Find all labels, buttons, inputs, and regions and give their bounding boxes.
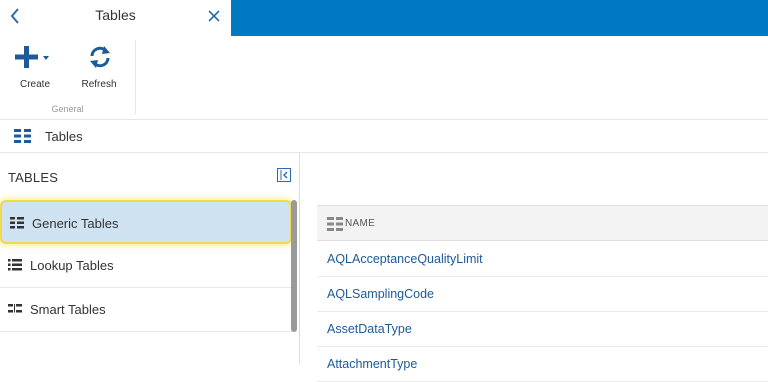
table-row-link[interactable]: AQLAcceptanceQualityLimit (327, 252, 483, 266)
refresh-label: Refresh (81, 79, 117, 90)
table-row-link[interactable]: AttachmentType (327, 357, 417, 371)
nav-pane-title: TABLES (8, 170, 59, 185)
nav-item-generic-tables[interactable]: Generic Tables (0, 200, 292, 244)
collapse-pane-icon[interactable] (277, 168, 291, 182)
plus-icon (15, 46, 49, 68)
tables-nav-pane: TABLES Generic Tables Lookup Tables Smar (0, 153, 300, 364)
create-button[interactable]: Create (7, 40, 63, 90)
nav-scrollbar[interactable] (291, 200, 297, 332)
refresh-icon (90, 46, 110, 68)
table-icon (14, 129, 31, 143)
create-label: Create (19, 79, 50, 90)
smart-table-icon (8, 304, 22, 313)
ribbon-toolbar: Create Refresh General (0, 36, 768, 120)
breadcrumb: Tables (0, 120, 768, 153)
grid-header: NAME (317, 205, 768, 241)
nav-item-smart-tables[interactable]: Smart Tables (0, 288, 292, 332)
ribbon-group-label: General (51, 104, 84, 114)
table-row-link[interactable]: AssetDataType (327, 322, 412, 336)
table-row[interactable]: AttachmentType (317, 347, 768, 382)
column-icon (327, 217, 343, 231)
table-row[interactable]: AQLAcceptanceQualityLimit (317, 242, 768, 277)
generic-table-icon (10, 217, 24, 229)
close-icon[interactable] (205, 7, 223, 25)
chevron-down-icon (43, 56, 49, 60)
panel-title: Tables (95, 7, 136, 23)
table-row[interactable]: AQLSamplingCode (317, 277, 768, 312)
refresh-button[interactable]: Refresh (71, 40, 127, 90)
list-icon (8, 259, 22, 271)
nav-item-label: Lookup Tables (30, 258, 114, 273)
tables-grid-pane: NAME AQLAcceptanceQualityLimit AQLSampli… (301, 153, 768, 382)
nav-item-label: Generic Tables (32, 216, 119, 231)
table-row-link[interactable]: AQLSamplingCode (327, 287, 434, 301)
ribbon-divider (135, 40, 136, 114)
column-header-name[interactable]: NAME (345, 218, 375, 229)
table-row[interactable]: AssetDataType (317, 312, 768, 347)
panel-header: Tables (0, 0, 231, 36)
breadcrumb-label[interactable]: Tables (45, 129, 83, 144)
nav-item-lookup-tables[interactable]: Lookup Tables (0, 244, 292, 288)
nav-item-label: Smart Tables (30, 302, 106, 317)
